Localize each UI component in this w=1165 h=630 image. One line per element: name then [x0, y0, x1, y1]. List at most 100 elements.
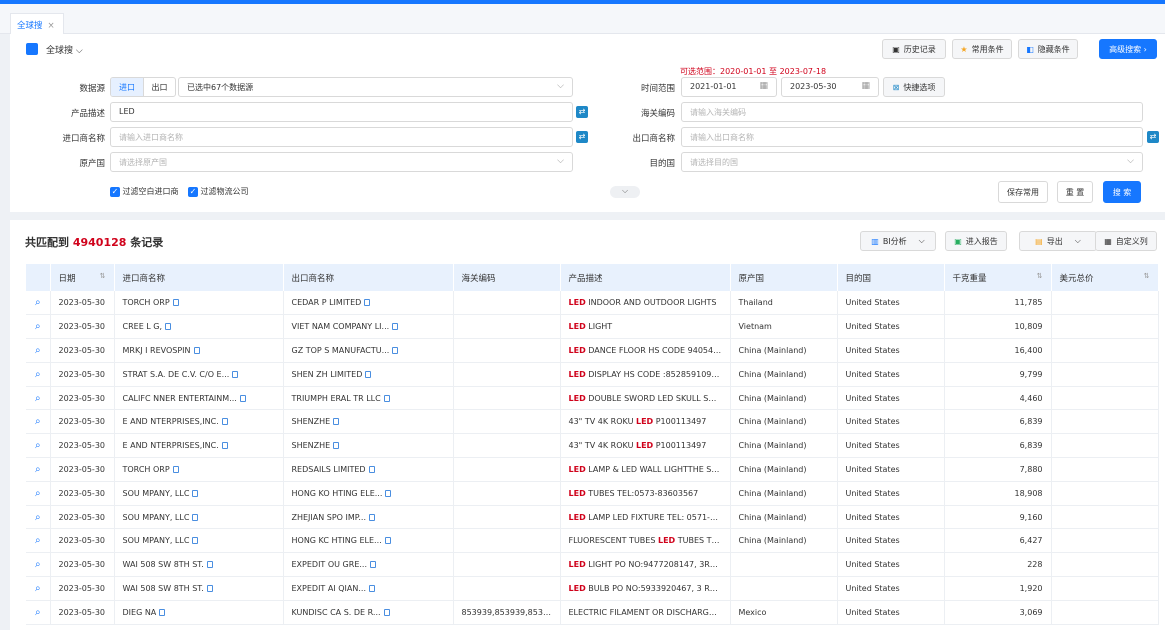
- copy-icon[interactable]: [383, 394, 390, 402]
- search-icon[interactable]: ⌕: [35, 607, 41, 618]
- search-icon[interactable]: ⌕: [35, 345, 41, 356]
- cell-exporter[interactable]: SHENZHE: [283, 409, 454, 435]
- reset-button[interactable]: 重 置: [1057, 181, 1093, 203]
- copy-icon[interactable]: [392, 346, 399, 354]
- column-header-usd[interactable]: 美元总价 ⇅: [1051, 264, 1159, 291]
- table-row[interactable]: ⌕ 2023-05-30 CALIFC NNER ENTERTAINM... TRIU…: [26, 386, 1159, 411]
- date-from-input[interactable]: 2021-01-01 ▦: [681, 77, 777, 97]
- copy-icon[interactable]: [172, 465, 179, 473]
- tab-close-icon[interactable]: ×: [48, 21, 55, 31]
- cell-exporter[interactable]: VIET NAM COMPANY LI...: [283, 314, 454, 340]
- copy-icon[interactable]: [221, 442, 228, 450]
- tab-import[interactable]: 进口: [111, 78, 143, 96]
- table-row[interactable]: ⌕ 2023-05-30 DIEG NA KUNDISC CA S. DE R... 8…: [26, 600, 1159, 625]
- copy-icon[interactable]: [364, 299, 371, 307]
- table-row[interactable]: ⌕ 2023-05-30 MRKJ I REVOSPIN GZ TOP S MANUF…: [26, 338, 1159, 363]
- search-icon[interactable]: ⌕: [35, 369, 41, 380]
- copy-icon[interactable]: [368, 465, 375, 473]
- cell-exporter[interactable]: GZ TOP S MANUFACTU...: [283, 338, 454, 363]
- tab-export[interactable]: 出口: [143, 78, 175, 96]
- data-source-select[interactable]: 已选中67个数据源 ⌵: [178, 77, 573, 97]
- copy-icon[interactable]: [159, 608, 166, 616]
- search-icon[interactable]: ⌕: [35, 512, 41, 523]
- column-header-weight[interactable]: 千克重量 ⇅: [944, 264, 1052, 291]
- swap-icon[interactable]: ⇄: [1147, 131, 1159, 143]
- search-icon[interactable]: ⌕: [35, 321, 41, 332]
- copy-icon[interactable]: [165, 323, 172, 331]
- cell-importer[interactable]: STRAT S.A. DE C.V. C/O E...: [114, 362, 284, 387]
- cell-exporter[interactable]: SHENZHE: [283, 433, 454, 459]
- sort-icon[interactable]: ⇅: [100, 272, 106, 280]
- search-mode-dropdown[interactable]: 全球搜 ⌵: [46, 43, 83, 56]
- copy-icon[interactable]: [370, 561, 376, 569]
- sort-icon[interactable]: ⇅: [1144, 272, 1150, 280]
- importer-input[interactable]: 请输入进口商名称: [110, 127, 573, 147]
- bi-analysis-button[interactable]: ▥ BI分析 ⌵: [860, 231, 936, 251]
- cell-exporter[interactable]: HONG KC HTING ELE...: [283, 528, 454, 554]
- cell-importer[interactable]: SOU MPANY, LLC: [114, 481, 284, 506]
- cell-importer[interactable]: WAI 508 SW 8TH ST.: [114, 576, 284, 601]
- copy-icon[interactable]: [232, 370, 239, 378]
- table-row[interactable]: ⌕ 2023-05-30 STRAT S.A. DE C.V. C/O E... SH…: [26, 362, 1159, 387]
- table-row[interactable]: ⌕ 2023-05-30 SOU MPANY, LLC HONG KO HTING E…: [26, 481, 1159, 506]
- search-icon[interactable]: ⌕: [35, 488, 41, 499]
- copy-icon[interactable]: [384, 537, 391, 545]
- swap-icon[interactable]: ⇄: [576, 131, 588, 143]
- copy-icon[interactable]: [172, 299, 179, 307]
- copy-icon[interactable]: [385, 489, 392, 497]
- date-to-input[interactable]: 2023-05-30 ▦: [781, 77, 879, 97]
- copy-icon[interactable]: [192, 513, 199, 521]
- cell-importer[interactable]: SOU MPANY, LLC: [114, 505, 284, 530]
- copy-icon[interactable]: [206, 584, 213, 592]
- cell-importer[interactable]: TORCH ORP: [114, 291, 284, 316]
- cell-exporter[interactable]: CEDAR P LIMITED: [283, 291, 454, 316]
- custom-columns-button[interactable]: ▦ 自定义列: [1095, 231, 1157, 251]
- search-icon[interactable]: ⌕: [35, 297, 41, 308]
- copy-icon[interactable]: [368, 513, 375, 521]
- table-row[interactable]: ⌕ 2023-05-30 SOU MPANY, LLC ZHEJIAN SPO IMP…: [26, 505, 1159, 530]
- hscode-input[interactable]: 请输入海关编码: [681, 102, 1143, 122]
- exporter-input[interactable]: 请输入出口商名称: [681, 127, 1143, 147]
- copy-icon[interactable]: [192, 537, 199, 545]
- search-button[interactable]: 搜 索: [1103, 181, 1141, 203]
- copy-icon[interactable]: [221, 418, 228, 426]
- cell-importer[interactable]: WAI 508 SW 8TH ST.: [114, 552, 284, 578]
- sort-icon[interactable]: ⇅: [1037, 272, 1043, 280]
- history-button[interactable]: ▣ 历史记录: [882, 39, 946, 59]
- cell-exporter[interactable]: REDSAILS LIMITED: [283, 457, 454, 482]
- filter-blank-importer[interactable]: ✓ 过滤空白进口商: [110, 186, 179, 197]
- search-icon[interactable]: ⌕: [35, 393, 41, 404]
- report-button[interactable]: ▣ 进入报告: [945, 231, 1007, 251]
- save-favorite-button[interactable]: 保存常用: [998, 181, 1048, 203]
- table-row[interactable]: ⌕ 2023-05-30 CREE L G, VIET NAM COMPANY LI.…: [26, 314, 1159, 340]
- cell-importer[interactable]: SOU MPANY, LLC: [114, 528, 284, 554]
- table-row[interactable]: ⌕ 2023-05-30 TORCH ORP REDSAILS LIMITED LED …: [26, 457, 1159, 482]
- copy-icon[interactable]: [333, 442, 340, 450]
- search-icon[interactable]: ⌕: [35, 583, 41, 594]
- search-icon[interactable]: ⌕: [35, 416, 41, 427]
- cell-importer[interactable]: TORCH ORP: [114, 457, 284, 482]
- cell-importer[interactable]: MRKJ I REVOSPIN: [114, 338, 284, 363]
- export-button[interactable]: ▤ 导出 ⌵: [1019, 231, 1097, 251]
- copy-icon[interactable]: [368, 584, 375, 592]
- search-icon[interactable]: ⌕: [35, 535, 41, 546]
- cell-exporter[interactable]: TRIUMPH ERAL TR LLC: [283, 386, 454, 411]
- cell-exporter[interactable]: SHEN ZH LIMITED: [283, 362, 454, 387]
- search-icon[interactable]: ⌕: [35, 440, 41, 451]
- cell-exporter[interactable]: ZHEJIAN SPO IMP...: [283, 505, 454, 530]
- table-row[interactable]: ⌕ 2023-05-30 SOU MPANY, LLC HONG KC HTING E…: [26, 528, 1159, 554]
- table-row[interactable]: ⌕ 2023-05-30 E AND NTERPRISES,INC. SHENZHE 4…: [26, 433, 1159, 459]
- dest-select[interactable]: 请选择目的国 ⌵: [681, 152, 1143, 172]
- search-icon[interactable]: ⌕: [35, 464, 41, 475]
- advanced-search-button[interactable]: 高级搜索 ›: [1099, 39, 1157, 59]
- cell-importer[interactable]: E AND NTERPRISES,INC.: [114, 433, 284, 459]
- search-icon[interactable]: ⌕: [35, 559, 41, 570]
- cell-importer[interactable]: CALIFC NNER ENTERTAINM...: [114, 386, 284, 411]
- cell-exporter[interactable]: EXPEDIT AI QIAN...: [283, 576, 454, 601]
- table-row[interactable]: ⌕ 2023-05-30 WAI 508 SW 8TH ST. EXPEDIT AI …: [26, 576, 1159, 601]
- copy-icon[interactable]: [365, 370, 372, 378]
- cell-exporter[interactable]: KUNDISC CA S. DE R...: [283, 600, 454, 625]
- cell-exporter[interactable]: EXPEDIT OU GRE...: [283, 552, 454, 578]
- copy-icon[interactable]: [333, 418, 340, 426]
- cell-importer[interactable]: CREE L G,: [114, 314, 284, 340]
